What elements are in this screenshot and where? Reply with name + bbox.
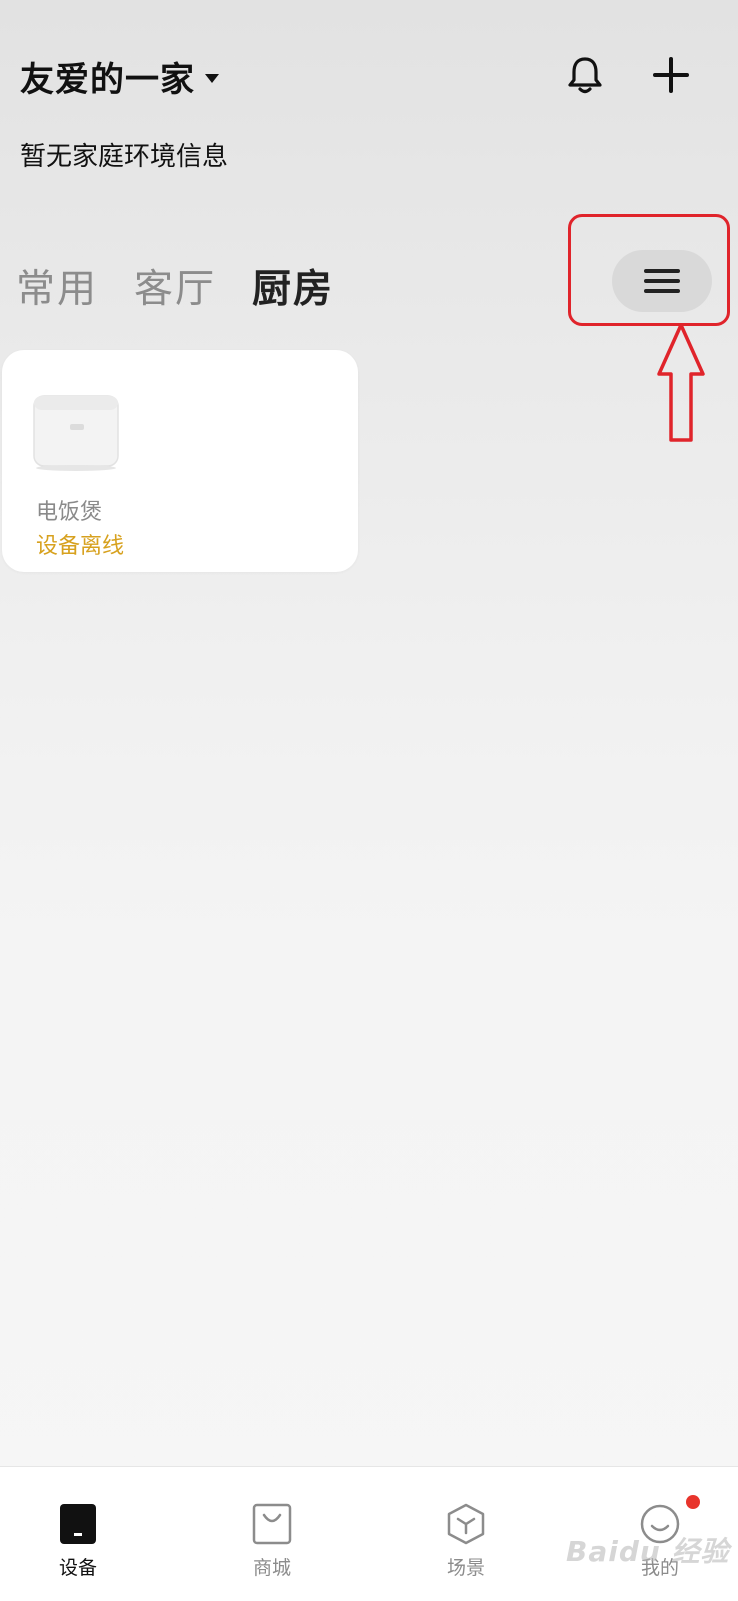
notification-button[interactable]	[562, 52, 608, 98]
nav-devices[interactable]: 设备	[18, 1467, 138, 1601]
device-name: 电饭煲	[36, 500, 103, 525]
nav-mall-label: 商城	[252, 1557, 291, 1579]
device-card[interactable]: 电饭煲 设备离线	[2, 350, 358, 572]
nav-devices-label: 设备	[58, 1557, 97, 1579]
nav-mall[interactable]: 商城	[212, 1467, 332, 1601]
nav-scenes-label: 场景	[446, 1557, 485, 1579]
notification-badge	[686, 1495, 700, 1509]
add-device-button[interactable]	[648, 52, 694, 98]
plus-icon	[653, 57, 689, 93]
device-icon	[60, 1504, 96, 1544]
tab-kitchen[interactable]: 厨房	[252, 258, 334, 314]
nav-scenes[interactable]: 场景	[406, 1467, 526, 1601]
home-name: 友爱的一家	[20, 60, 195, 100]
caret-down-icon	[205, 74, 219, 83]
environment-info: 暂无家庭环境信息	[20, 142, 229, 172]
up-arrow-annotation	[657, 323, 705, 442]
rice-cooker-image	[33, 395, 119, 471]
bell-icon	[568, 57, 602, 94]
cube-icon	[447, 1503, 485, 1545]
tab-living-room[interactable]: 客厅	[134, 258, 216, 314]
baidu-watermark: Baidu 经验	[566, 1535, 730, 1568]
tab-common[interactable]: 常用	[16, 258, 98, 314]
room-tabs: 常用 客厅 厨房	[16, 258, 370, 314]
annotation-highlight-box	[568, 214, 730, 326]
home-selector[interactable]: 友爱的一家	[20, 52, 219, 101]
device-status: 设备离线	[36, 534, 125, 559]
shopping-bag-icon	[252, 1503, 292, 1545]
